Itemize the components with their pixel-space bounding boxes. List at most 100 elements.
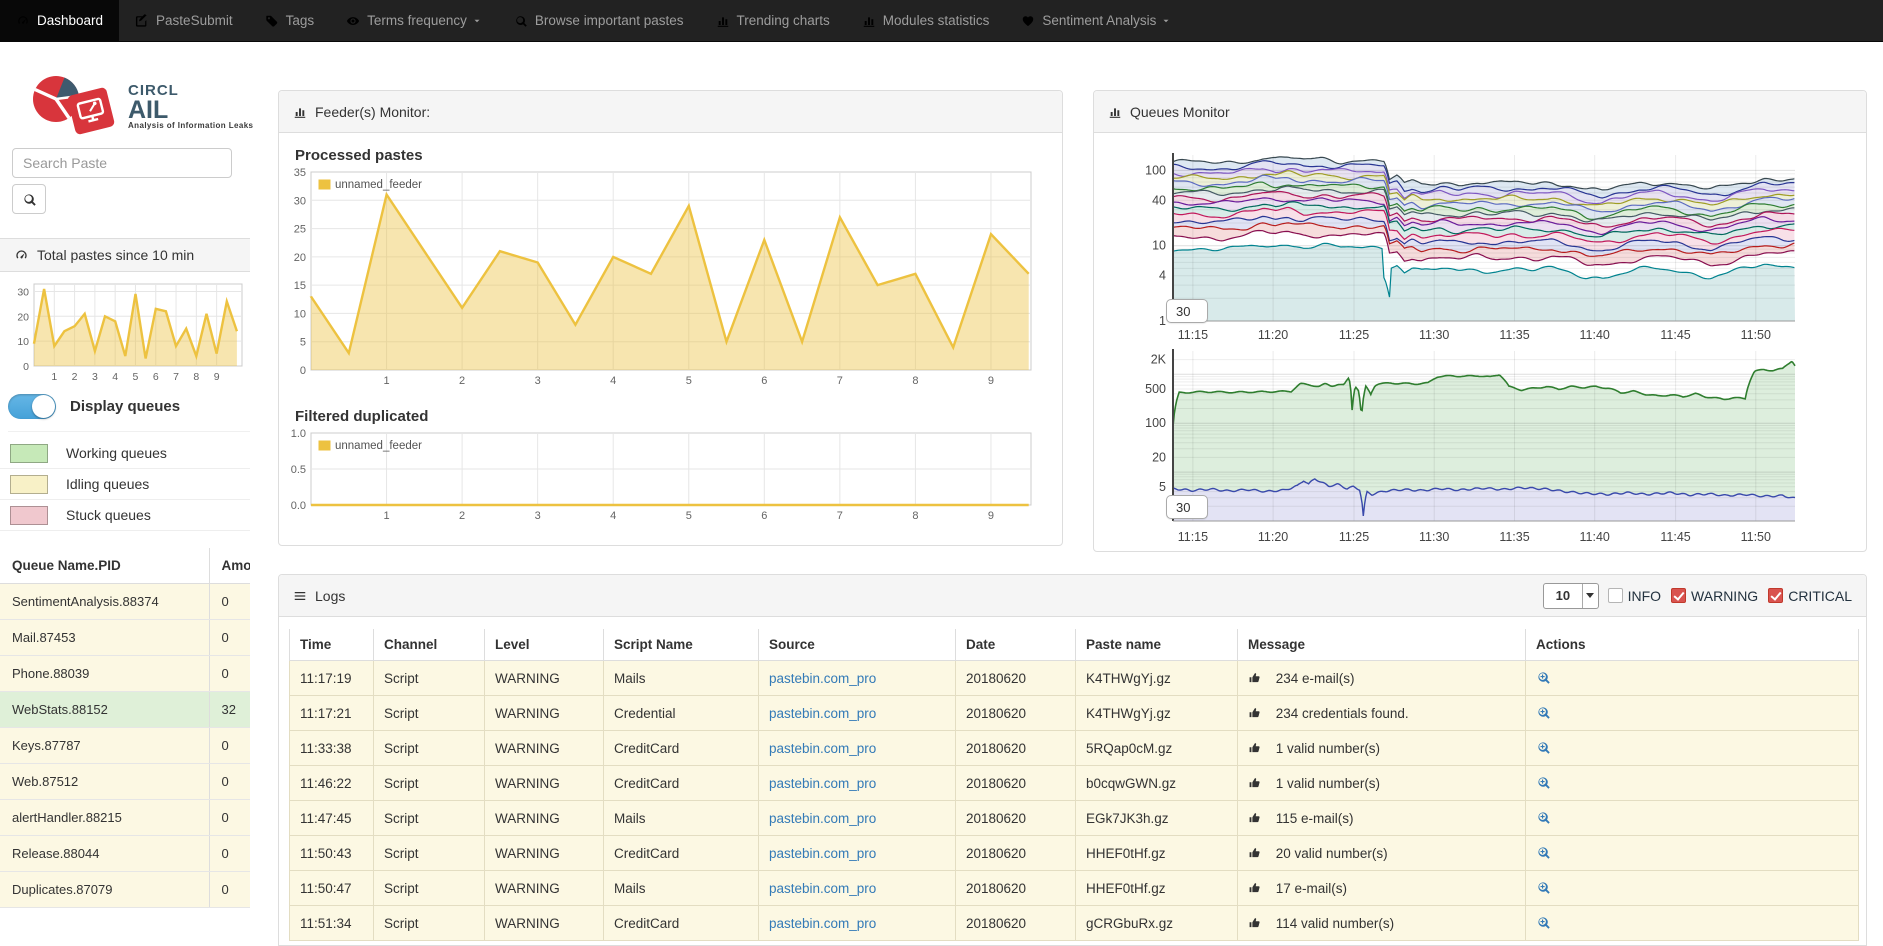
navbar-item[interactable]: PasteSubmit [119, 0, 249, 41]
log-level-filter[interactable]: CRITICAL [1768, 588, 1852, 604]
svg-text:11:20: 11:20 [1258, 328, 1288, 342]
log-source-link[interactable]: pastebin.com_pro [769, 706, 876, 721]
svg-text:11:15: 11:15 [1178, 530, 1208, 544]
search-button[interactable] [12, 184, 46, 214]
queue-amount: 0 [209, 800, 250, 836]
svg-text:10: 10 [1152, 239, 1166, 253]
svg-text:unnamed_feeder: unnamed_feeder [335, 179, 422, 191]
display-queues-toggle[interactable] [8, 394, 56, 419]
svg-text:5: 5 [686, 375, 692, 387]
top-navbar: Dashboard PasteSubmit Tags Terms frequen… [0, 0, 1883, 42]
queue-amount: 0 [209, 872, 250, 908]
toggle-knob [32, 395, 55, 418]
navbar-item-icon [1021, 14, 1035, 28]
legend-swatch [10, 444, 48, 463]
search-paste-input[interactable] [12, 148, 232, 178]
page-size-select[interactable]: 10 [1543, 583, 1599, 609]
log-source-link[interactable]: pastebin.com_pro [769, 846, 876, 861]
queue-amount: 0 [209, 764, 250, 800]
svg-text:2: 2 [459, 510, 465, 522]
log-source-link[interactable]: pastebin.com_pro [769, 916, 876, 931]
log-level: WARNING [485, 731, 604, 766]
svg-text:4: 4 [1159, 269, 1166, 283]
filter-checkbox[interactable] [1768, 588, 1783, 603]
queues-monitor-panel: Queues Monitor 10040104111:1511:2011:251… [1093, 90, 1867, 552]
svg-text:5: 5 [300, 337, 306, 349]
log-source-link[interactable]: pastebin.com_pro [769, 671, 876, 686]
zoom-in-icon[interactable] [1536, 775, 1551, 790]
navbar-item[interactable]: Modules statistics [846, 0, 1006, 41]
svg-text:11:35: 11:35 [1499, 328, 1529, 342]
zoom-in-icon[interactable] [1536, 845, 1551, 860]
svg-text:3: 3 [92, 371, 98, 383]
svg-text:1: 1 [383, 510, 389, 522]
log-channel: Script [374, 906, 485, 941]
svg-text:30: 30 [17, 286, 29, 298]
zoom-in-icon[interactable] [1536, 880, 1551, 895]
log-channel: Script [374, 871, 485, 906]
filter-checkbox[interactable] [1671, 588, 1686, 603]
navbar-item[interactable]: Browse important pastes [498, 0, 700, 41]
log-channel: Script [374, 766, 485, 801]
zoom-in-icon[interactable] [1536, 670, 1551, 685]
log-script: CreditCard [604, 731, 759, 766]
zoom-in-icon[interactable] [1536, 740, 1551, 755]
svg-text:unnamed_feeder: unnamed_feeder [335, 440, 422, 452]
navbar-item-label: Modules statistics [883, 13, 990, 28]
thumbs-up-icon [1248, 916, 1262, 930]
legend-swatch [10, 506, 48, 525]
navbar-item[interactable]: Sentiment Analysis [1005, 0, 1187, 41]
zoom-in-icon[interactable] [1536, 810, 1551, 825]
log-paste-name: gCRGbuRx.gz [1076, 906, 1238, 941]
log-date: 20180620 [956, 801, 1076, 836]
log-script: Mails [604, 871, 759, 906]
queues-panel-title: Queues Monitor [1130, 104, 1230, 120]
page-size-value: 10 [1556, 588, 1570, 603]
total-pastes-chart: 1234567890102030 [6, 280, 244, 386]
log-date: 20180620 [956, 766, 1076, 801]
navbar-item[interactable]: Trending charts [700, 0, 846, 41]
log-level: WARNING [485, 801, 604, 836]
navbar-item-icon [862, 14, 876, 28]
log-date: 20180620 [956, 871, 1076, 906]
filter-checkbox[interactable] [1608, 588, 1623, 603]
log-level-filter[interactable]: WARNING [1671, 588, 1758, 604]
svg-text:35: 35 [294, 168, 306, 179]
log-time: 11:47:45 [290, 801, 374, 836]
ail-logo-graphic [30, 74, 122, 138]
log-time: 11:17:21 [290, 696, 374, 731]
log-paste-name: HHEF0tHf.gz [1076, 871, 1238, 906]
log-level: WARNING [485, 836, 604, 871]
navbar-item[interactable]: Tags [249, 0, 331, 41]
queue-row: Phone.88039 0 [0, 656, 250, 692]
logs-column-header: Time [290, 629, 374, 661]
svg-text:11:45: 11:45 [1660, 328, 1690, 342]
log-time: 11:33:38 [290, 731, 374, 766]
zoom-in-icon[interactable] [1536, 705, 1551, 720]
log-paste-name: K4THWgYj.gz [1076, 661, 1238, 696]
log-paste-name: b0cqwGWN.gz [1076, 766, 1238, 801]
log-source-link[interactable]: pastebin.com_pro [769, 741, 876, 756]
queue-name: Keys.87787 [0, 728, 209, 764]
log-paste-name: 5RQap0cM.gz [1076, 731, 1238, 766]
log-source-link[interactable]: pastebin.com_pro [769, 811, 876, 826]
svg-text:6: 6 [153, 371, 159, 383]
queue-row: alertHandler.88215 0 [0, 800, 250, 836]
log-source-link[interactable]: pastebin.com_pro [769, 881, 876, 896]
ail-logo: CIRCL AIL Analysis of Information Leaks [30, 74, 253, 138]
svg-text:2K: 2K [1151, 353, 1167, 367]
range-box-top[interactable]: 30 [1166, 299, 1208, 323]
zoom-in-icon[interactable] [1536, 915, 1551, 930]
navbar-item[interactable]: Dashboard [0, 0, 119, 41]
navbar-item-icon [346, 14, 360, 28]
log-level-filter[interactable]: INFO [1608, 588, 1661, 604]
log-date: 20180620 [956, 836, 1076, 871]
display-queues-label: Display queues [70, 398, 180, 415]
log-source-link[interactable]: pastebin.com_pro [769, 776, 876, 791]
navbar-item[interactable]: Terms frequency [330, 0, 498, 41]
navbar-item-label: Sentiment Analysis [1042, 13, 1156, 28]
svg-text:0: 0 [300, 365, 306, 377]
range-box-bottom[interactable]: 30 [1166, 495, 1208, 519]
svg-text:1.0: 1.0 [291, 429, 306, 440]
log-row: 11:47:45 Script WARNING Mails pastebin.c… [290, 801, 1859, 836]
